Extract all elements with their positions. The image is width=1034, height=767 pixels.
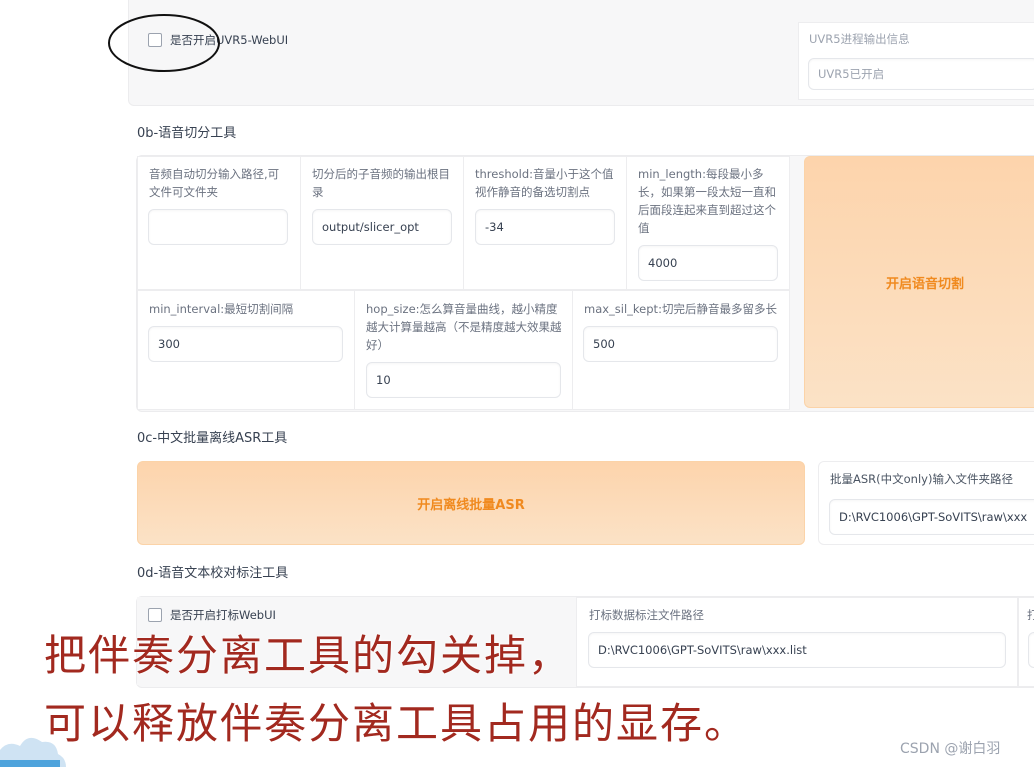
slicer-hop-size-label: hop_size:怎么算音量曲线，越小精度越大计算量越高（不是精度越大效果越好）: [366, 302, 562, 352]
cloud-icon: [0, 737, 66, 767]
uvr5-info-label: UVR5进程输出信息: [809, 32, 910, 46]
slicer-input-path-label: 音频自动切分输入路径,可文件可文件夹: [149, 167, 280, 199]
slicer-min-interval-field[interactable]: 300: [148, 326, 343, 362]
slicer-min-length-field[interactable]: 4000: [638, 245, 778, 281]
slicer-min-length-label: min_length:每段最小多长，如果第一段太短一直和后面段连起来直到超过这个…: [638, 167, 776, 235]
label-tool-list-path-field[interactable]: D:\RVC1006\GPT-SoVITS\raw\xxx.list: [588, 632, 1006, 668]
annotation-circle: [108, 14, 220, 72]
slicer-hop-size-field[interactable]: 10: [366, 362, 561, 398]
slicer-max-sil-kept-field[interactable]: 500: [583, 326, 778, 362]
slicer-min-interval-label: min_interval:最短切割间隔: [149, 302, 294, 316]
label-tool-checkbox[interactable]: [148, 608, 162, 622]
asr-input-label: 批量ASR(中文only)输入文件夹路径: [830, 472, 1013, 486]
caption-line-2: 可以释放伴奏分离工具占用的显存。: [44, 699, 749, 748]
label-tool-checkbox-label: 是否开启打标WebUI: [170, 608, 276, 622]
slicer-output-dir-field[interactable]: output/slicer_opt: [312, 209, 452, 245]
slicer-input-path-field[interactable]: [148, 209, 288, 245]
slicer-threshold-field[interactable]: -34: [475, 209, 615, 245]
asr-input-field[interactable]: D:\RVC1006\GPT-SoVITS\raw\xxx: [829, 499, 1034, 535]
start-slicer-button[interactable]: 开启语音切割: [804, 156, 1034, 408]
label-tool-list-path-label: 打标数据标注文件路径: [589, 608, 704, 622]
slicer-output-dir-label: 切分后的子音频的输出根目录: [312, 167, 450, 199]
label-tool-section-title: 0d-语音文本校对标注工具: [137, 566, 289, 581]
slicer-max-sil-kept-label: max_sil_kept:切完后静音最多留多长: [584, 302, 777, 316]
asr-section-title: 0c-中文批量离线ASR工具: [137, 431, 288, 446]
caption-line-1: 把伴奏分离工具的勾关掉，: [44, 631, 573, 680]
slicer-section-title: 0b-语音切分工具: [137, 126, 237, 141]
uvr5-info-output: UVR5已开启: [808, 58, 1034, 90]
label-tool-extra-label: 打: [1027, 608, 1034, 622]
slicer-threshold-label: threshold:音量小于这个值视作静音的备选切割点: [475, 167, 614, 199]
start-asr-button[interactable]: 开启离线批量ASR: [137, 461, 805, 545]
watermark: CSDN @谢白羽: [900, 741, 1001, 757]
label-tool-extra-field[interactable]: [1028, 632, 1034, 668]
